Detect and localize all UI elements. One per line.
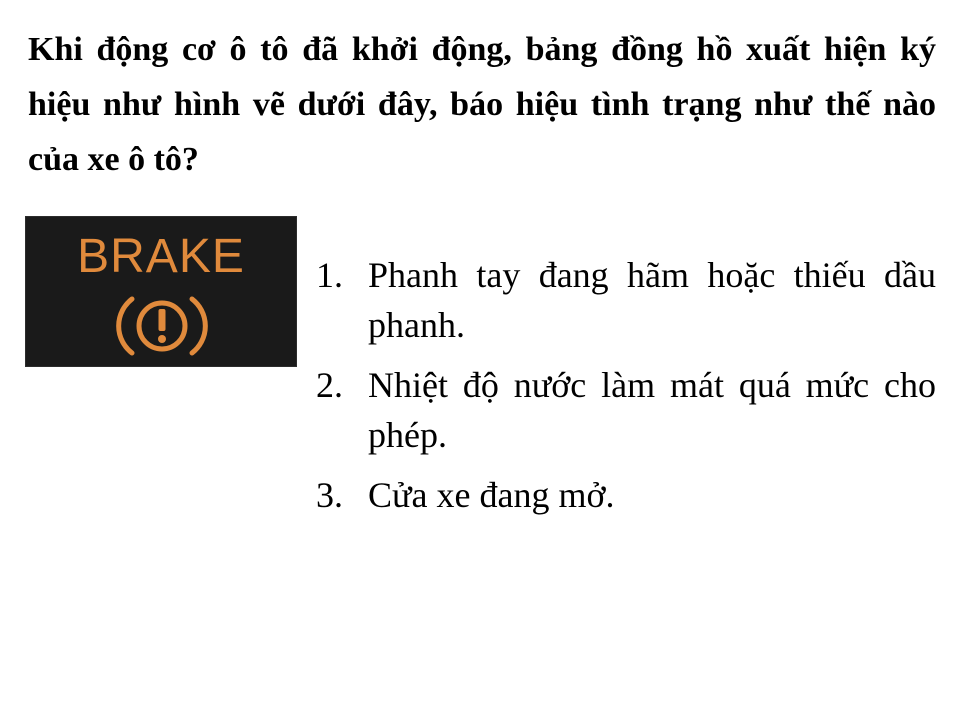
left-arc xyxy=(116,296,135,356)
option-3[interactable]: 3. Cửa xe đang mở. xyxy=(316,470,936,520)
option-number: 3. xyxy=(316,475,343,515)
option-1[interactable]: 1. Phanh tay đang hãm hoặc thiếu dầu pha… xyxy=(316,250,936,350)
option-text: Cửa xe đang mở. xyxy=(368,475,615,515)
question-text: Khi động cơ ô tô đã khởi động, bảng đồng… xyxy=(28,31,936,178)
exclamation-bar xyxy=(158,309,166,331)
brake-label: BRAKE xyxy=(77,230,245,283)
answer-options: 1. Phanh tay đang hãm hoặc thiếu dầu pha… xyxy=(316,250,936,530)
brake-warning-light-image: BRAKE xyxy=(25,216,297,367)
brake-warning-icon xyxy=(116,296,208,356)
option-number: 1. xyxy=(316,255,343,295)
right-arc xyxy=(189,296,208,356)
exclamation-dot xyxy=(158,335,166,343)
option-text: Nhiệt độ nước làm mát quá mức cho phép. xyxy=(368,365,936,455)
option-2[interactable]: 2. Nhiệt độ nước làm mát quá mức cho phé… xyxy=(316,360,936,460)
option-number: 2. xyxy=(316,365,343,405)
option-text: Phanh tay đang hãm hoặc thiếu dầu phanh. xyxy=(368,255,936,345)
